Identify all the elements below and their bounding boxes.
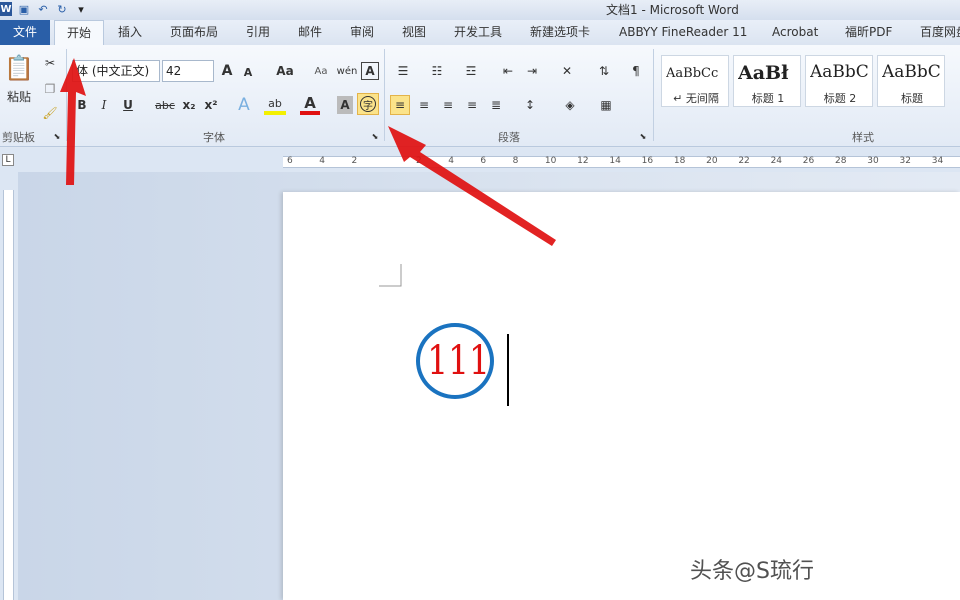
- arrow-to-home-tab: [60, 58, 86, 185]
- annotation-arrows: [60, 58, 556, 246]
- arrow-to-enclose-button: [388, 126, 556, 246]
- watermark: 头条@S琉行: [690, 559, 814, 584]
